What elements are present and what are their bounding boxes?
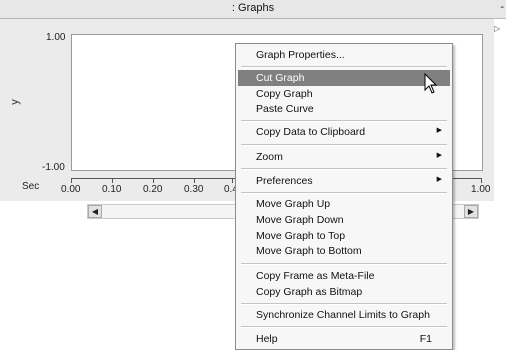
scroll-left-button[interactable]: ◀ <box>88 205 102 218</box>
mouse-pointer-icon <box>424 73 438 94</box>
menu-separator <box>241 326 447 328</box>
menu-item-copy-data-to-clipboard[interactable]: Copy Data to Clipboard ▶ <box>238 124 450 140</box>
x-tick-label: 1.00 <box>471 184 491 195</box>
menu-item-move-graph-down[interactable]: Move Graph Down <box>238 212 450 228</box>
menu-item-shortcut: F1 <box>419 333 432 345</box>
menu-item-label: Move Graph Down <box>256 214 344 226</box>
menu-item-zoom[interactable]: Zoom ▶ <box>238 149 450 165</box>
menu-separator <box>241 120 447 122</box>
menu-item-label: Preferences <box>256 175 313 187</box>
menu-item-label: Move Graph Up <box>256 198 331 210</box>
menu-separator <box>241 66 447 68</box>
x-tick <box>194 178 195 183</box>
y-tick-label: 1.00 <box>46 32 66 43</box>
menu-item-label: Copy Graph as Bitmap <box>256 286 363 298</box>
menu-item-label: Help <box>256 333 278 345</box>
menu-item-paste-curve[interactable]: Paste Curve <box>238 101 450 117</box>
menu-item-label: Copy Graph <box>256 88 313 100</box>
menu-item-copy-graph[interactable]: Copy Graph <box>238 86 450 102</box>
scroll-right-button[interactable]: ▶ <box>464 205 478 218</box>
menu-item-move-graph-up[interactable]: Move Graph Up <box>238 196 450 212</box>
menu-item-label: Move Graph to Top <box>256 230 346 242</box>
menu-item-move-graph-to-bottom[interactable]: Move Graph to Bottom <box>238 243 450 259</box>
menu-item-synchronize-channel-limits[interactable]: Synchronize Channel Limits to Graph <box>238 307 450 323</box>
menu-item-graph-properties[interactable]: Graph Properties... <box>238 47 450 63</box>
menu-item-copy-frame-as-meta-file[interactable]: Copy Frame as Meta-File <box>238 268 450 284</box>
menu-item-label: Synchronize Channel Limits to Graph <box>256 309 430 321</box>
menu-item-label: Move Graph to Bottom <box>256 245 362 257</box>
x-tick <box>232 178 233 183</box>
menu-item-label: Zoom <box>256 151 283 163</box>
window-title: : Graphs <box>231 2 275 14</box>
menu-item-preferences[interactable]: Preferences ▶ <box>238 173 450 189</box>
x-tick-label: 0.00 <box>61 184 81 195</box>
submenu-arrow-icon: ▶ <box>436 152 442 159</box>
menu-item-label: Graph Properties... <box>256 49 345 61</box>
x-tick <box>71 178 72 183</box>
x-tick-label: 0.30 <box>184 184 204 195</box>
menu-item-cut-graph[interactable]: Cut Graph <box>238 70 450 86</box>
collapse-icon[interactable]: ▷ <box>494 24 500 33</box>
submenu-arrow-icon: ▶ <box>436 176 442 183</box>
menu-separator <box>241 303 447 305</box>
menu-separator <box>241 144 447 146</box>
menu-item-copy-graph-as-bitmap[interactable]: Copy Graph as Bitmap <box>238 284 450 300</box>
x-axis-unit-label: Sec <box>22 181 40 192</box>
menu-item-help[interactable]: Help F1 <box>238 331 450 347</box>
submenu-arrow-icon: ▶ <box>436 127 442 134</box>
menu-item-label: Paste Curve <box>256 103 314 115</box>
x-tick-label: 0.10 <box>102 184 122 195</box>
graph-context-menu: Graph Properties... Cut Graph Copy Graph… <box>235 43 453 350</box>
y-tick-label: -1.00 <box>42 162 65 173</box>
menu-separator <box>241 263 447 265</box>
minimize-icon[interactable]: - <box>500 1 504 13</box>
menu-separator <box>241 168 447 170</box>
x-tick-label: 0.20 <box>143 184 163 195</box>
y-axis-label: y <box>8 99 21 105</box>
menu-item-label: Copy Data to Clipboard <box>256 126 366 138</box>
x-tick <box>481 178 482 183</box>
x-tick <box>153 178 154 183</box>
menu-item-label: Cut Graph <box>256 72 305 84</box>
window-title-bar: : Graphs - <box>0 0 506 19</box>
x-tick <box>112 178 113 183</box>
menu-item-move-graph-to-top[interactable]: Move Graph to Top <box>238 228 450 244</box>
menu-separator <box>241 192 447 194</box>
menu-item-label: Copy Frame as Meta-File <box>256 270 375 282</box>
